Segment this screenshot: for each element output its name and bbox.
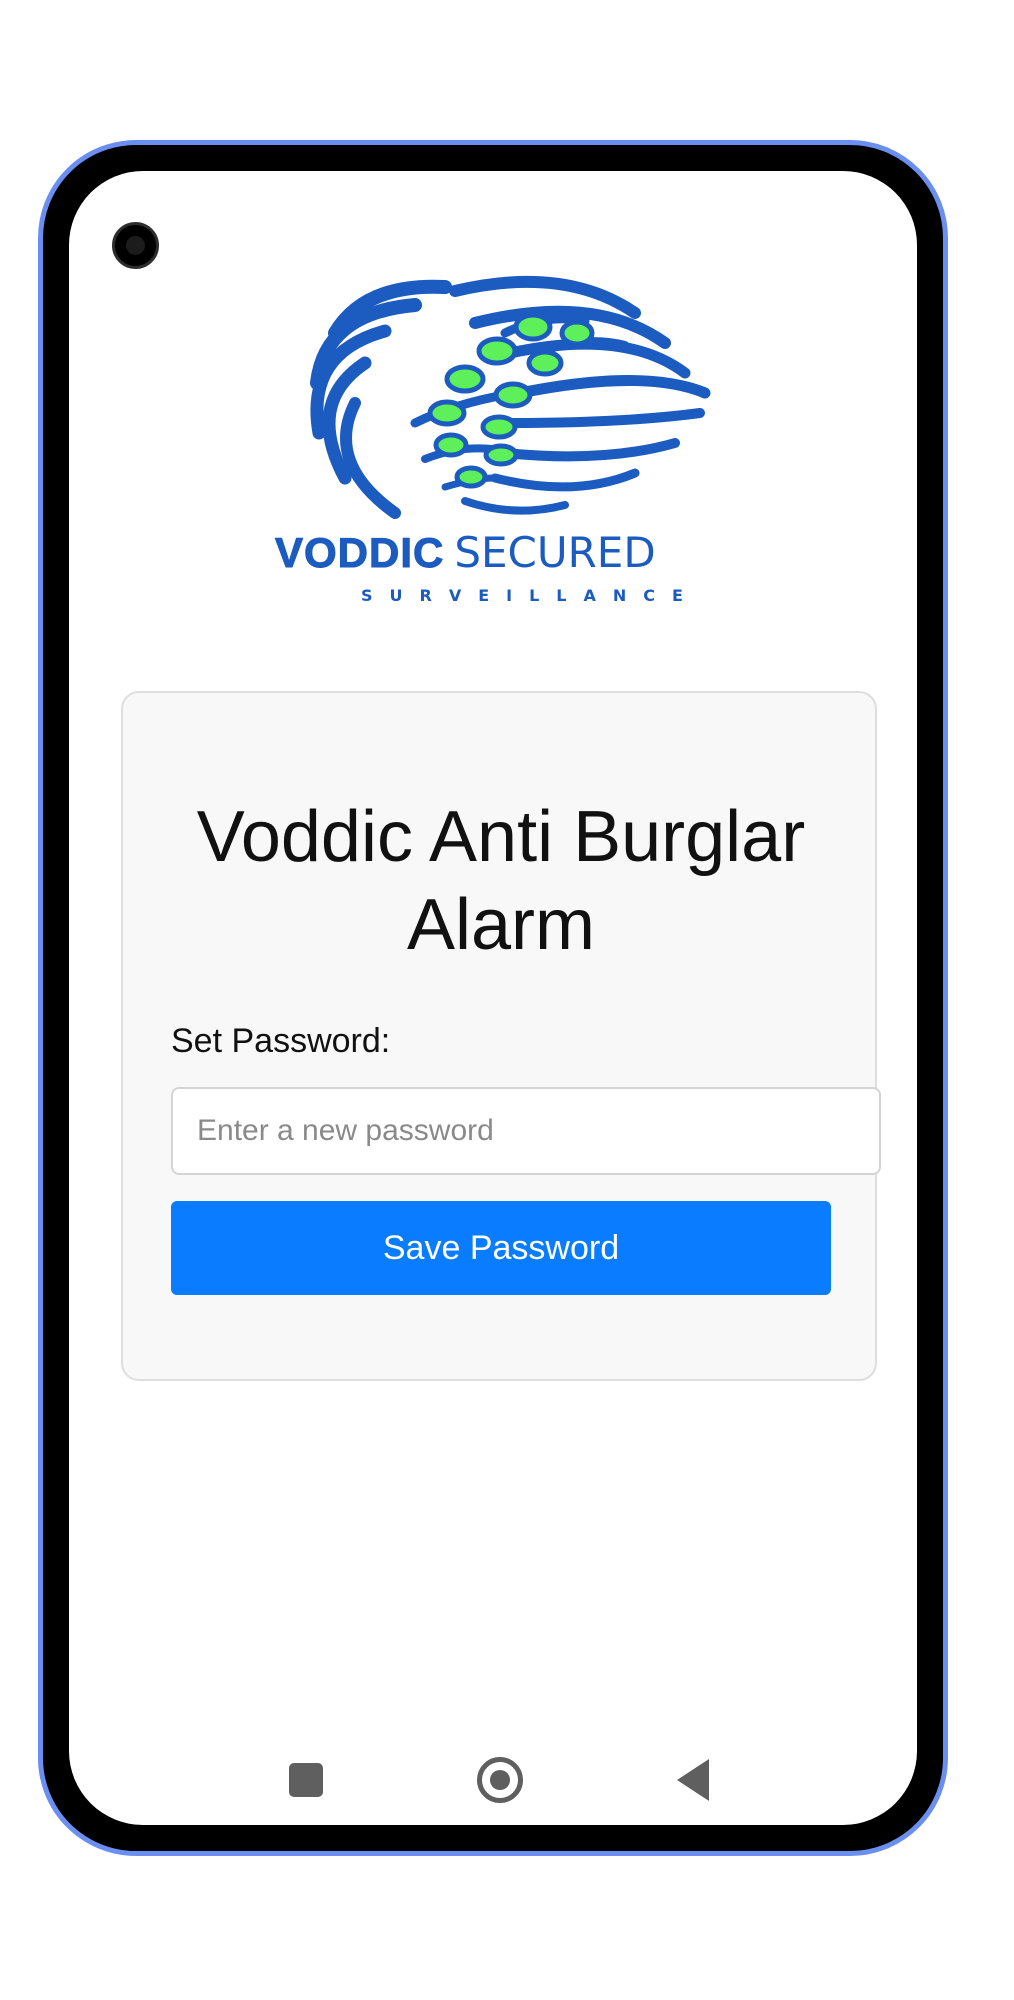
front-camera-icon — [112, 222, 159, 269]
password-label: Set Password: — [171, 1022, 391, 1060]
save-password-button[interactable]: Save Password — [171, 1201, 831, 1295]
system-nav-bar — [69, 1749, 917, 1809]
triangle-back-icon[interactable] — [677, 1759, 709, 1801]
brand-tagline: SURVEILLANCE — [361, 586, 700, 605]
brand-wordmark: VODDIC SECURED — [274, 528, 815, 577]
app-screen: VODDIC SECURED SURVEILLANCE Voddic Anti B… — [69, 171, 917, 1825]
phone-frame: VODDIC SECURED SURVEILLANCE Voddic Anti B… — [38, 140, 948, 1856]
circle-icon[interactable] — [477, 1757, 523, 1803]
page-title: Voddic Anti Burglar Alarm — [196, 797, 806, 965]
brand-name-bold: VODDIC — [274, 529, 445, 577]
fingerprint-circuit-logo-icon — [310, 275, 711, 519]
brand-name-light: SECURED — [454, 528, 656, 577]
password-card: Voddic Anti Burglar Alarm Set Password: … — [121, 691, 881, 1381]
password-input[interactable] — [171, 1087, 881, 1175]
square-icon[interactable] — [289, 1763, 323, 1797]
